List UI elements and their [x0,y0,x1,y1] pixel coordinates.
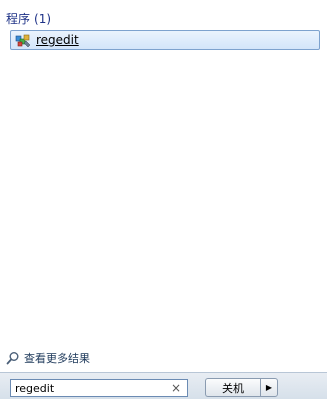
search-icon [6,351,20,365]
result-item-regedit[interactable]: regedit [10,30,320,50]
shutdown-button[interactable]: 关机 [205,378,260,397]
shutdown-options-arrow-icon[interactable]: ▶ [260,378,278,397]
results-group-title: 程序 [6,12,31,26]
results-group-count: (1) [34,12,52,26]
start-menu-bottom-bar: × 关机 ▶ [0,372,327,399]
search-results-area: 程序 (1) regedit 查看更多结果 [0,0,327,372]
results-group-header[interactable]: 程序 (1) [6,10,51,28]
search-box: × [10,379,188,397]
see-more-results-link[interactable]: 查看更多结果 [6,350,90,366]
shutdown-group: 关机 ▶ [205,378,278,397]
search-input[interactable] [11,380,165,396]
clear-search-icon[interactable]: × [169,381,183,395]
start-menu-panel: 程序 (1) regedit 查看更多结果 regedit × 关机 ▶ [0,0,327,399]
see-more-results-label: 查看更多结果 [24,352,90,365]
result-item-label: regedit [36,33,79,47]
regedit-icon [15,32,31,48]
